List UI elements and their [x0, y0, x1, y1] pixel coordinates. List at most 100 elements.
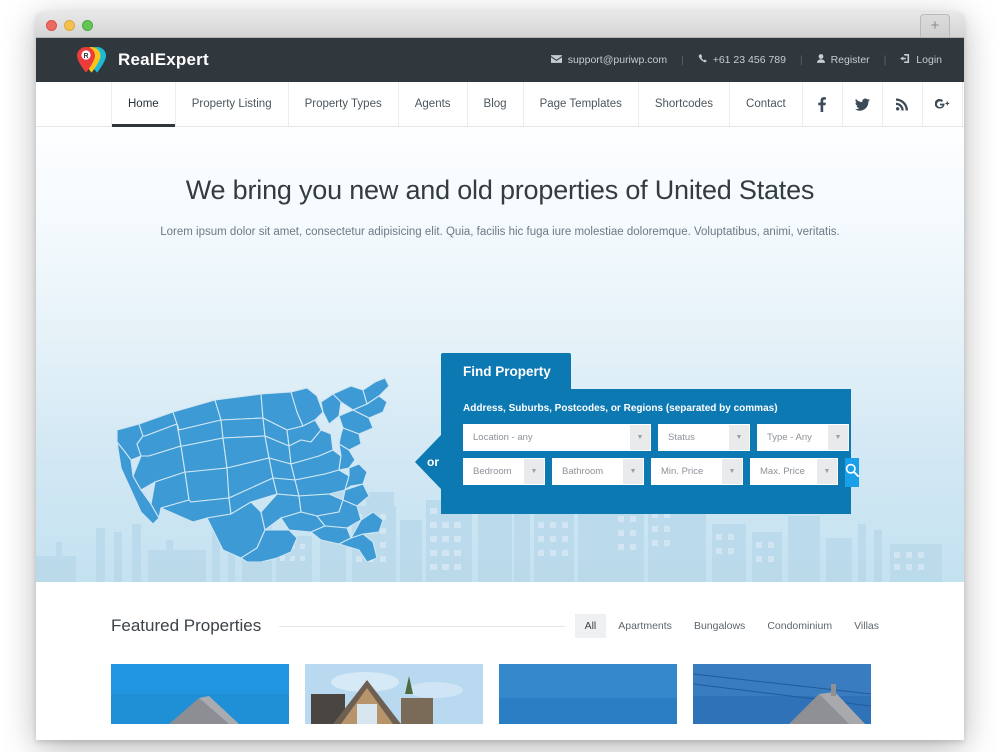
- bathroom-select[interactable]: Bathroom ▼: [552, 458, 644, 485]
- property-photo: [111, 664, 289, 724]
- register-link[interactable]: Register: [816, 54, 870, 66]
- nav-item-page-templates[interactable]: Page Templates: [524, 82, 639, 126]
- top-utility-bar: R RealExpert support@puriwp.com | +61 23…: [36, 38, 964, 82]
- chevron-down-icon[interactable]: ▼: [729, 425, 749, 450]
- svg-text:R: R: [83, 53, 88, 60]
- hero-section: We bring you new and old properties of U…: [36, 127, 964, 582]
- nav-label: Contact: [746, 98, 786, 110]
- main-navigation: Home Property Listing Property Types Age…: [36, 82, 964, 127]
- separator-3: |: [883, 54, 887, 66]
- min-price-placeholder: Min. Price: [661, 466, 704, 477]
- filter-tab-apartments[interactable]: Apartments: [608, 614, 682, 638]
- nav-label: Shortcodes: [654, 98, 714, 110]
- nav-item-contact[interactable]: Contact: [730, 82, 803, 126]
- minimize-window-button[interactable]: [64, 20, 75, 31]
- chevron-down-icon[interactable]: ▼: [722, 459, 742, 484]
- featured-title: Featured Properties: [111, 616, 262, 635]
- facebook-icon[interactable]: [803, 82, 843, 126]
- contact-phone-label: +61 23 456 789: [712, 54, 786, 66]
- property-card-3[interactable]: [499, 664, 677, 724]
- nav-item-shortcodes[interactable]: Shortcodes: [639, 82, 731, 126]
- panel-body: or Address, Suburbs, Postcodes, or Regio…: [427, 389, 860, 514]
- nav-item-blog[interactable]: Blog: [468, 82, 524, 126]
- filter-tab-bungalows[interactable]: Bungalows: [684, 614, 755, 638]
- search-button[interactable]: [845, 458, 860, 487]
- window-controls: [46, 20, 93, 31]
- status-placeholder: Status: [668, 432, 695, 443]
- envelope-icon: [550, 54, 562, 66]
- register-label: Register: [830, 54, 870, 66]
- type-select[interactable]: Type - Any ▼: [757, 424, 849, 451]
- contact-email-label: support@puriwp.com: [567, 54, 668, 66]
- chevron-down-icon[interactable]: ▼: [630, 425, 650, 450]
- nav-label: Property Types: [304, 98, 382, 110]
- max-price-select[interactable]: Max. Price ▼: [750, 458, 838, 485]
- hero-heading: We bring you new and old properties of U…: [185, 175, 815, 205]
- location-select[interactable]: Location - any ▼: [463, 424, 651, 451]
- search-row-2: Bedroom ▼ Bathroom ▼ Min. Price ▼ Max. P…: [463, 458, 860, 487]
- top-contact-links: support@puriwp.com | +61 23 456 789 | Re…: [550, 54, 942, 66]
- location-placeholder: Location - any: [473, 432, 533, 443]
- user-icon: [816, 54, 825, 66]
- nav-item-home[interactable]: Home: [111, 82, 176, 127]
- type-placeholder: Type - Any: [767, 432, 812, 443]
- chevron-down-icon[interactable]: ▼: [828, 425, 848, 450]
- max-price-placeholder: Max. Price: [760, 466, 805, 477]
- login-link[interactable]: Login: [900, 54, 942, 66]
- property-photo: [693, 664, 871, 724]
- search-field-label: Address, Suburbs, Postcodes, or Regions …: [463, 403, 778, 414]
- featured-filter-tabs: All Apartments Bungalows Condominium Vil…: [574, 614, 889, 638]
- us-map-svg: [116, 377, 390, 563]
- property-card-4[interactable]: [693, 664, 871, 724]
- filter-tab-all[interactable]: All: [574, 614, 607, 638]
- find-property-panel: Find Property or Address, Suburbs, Postc…: [427, 353, 860, 514]
- property-card-2[interactable]: [305, 664, 483, 724]
- nav-label: Agents: [414, 98, 451, 110]
- chevron-down-icon[interactable]: ▼: [623, 459, 643, 484]
- chevron-down-icon[interactable]: ▼: [817, 459, 837, 484]
- browser-window: + R RealExpert support@puriwp.com | +61 …: [36, 12, 964, 740]
- or-label: or: [427, 455, 439, 469]
- nav-item-property-types[interactable]: Property Types: [289, 82, 399, 126]
- login-icon: [900, 54, 910, 66]
- bedroom-select[interactable]: Bedroom ▼: [463, 458, 545, 485]
- property-card-list: [111, 664, 889, 724]
- min-price-select[interactable]: Min. Price ▼: [651, 458, 743, 485]
- filter-tab-condominium[interactable]: Condominium: [757, 614, 842, 638]
- bedroom-placeholder: Bedroom: [473, 466, 512, 477]
- property-photo: [499, 664, 677, 724]
- login-label: Login: [916, 54, 942, 66]
- twitter-icon[interactable]: [843, 82, 883, 126]
- separator-1: |: [681, 54, 684, 66]
- chevron-down-icon[interactable]: ▼: [524, 459, 544, 484]
- new-tab-button[interactable]: +: [920, 14, 950, 37]
- or-badge: or: [415, 435, 441, 489]
- contact-phone[interactable]: +61 23 456 789: [698, 54, 786, 66]
- property-card-1[interactable]: [111, 664, 289, 724]
- divider: [279, 625, 565, 627]
- nav-label: Page Templates: [539, 98, 622, 110]
- brand-name: RealExpert: [118, 50, 209, 69]
- maximize-window-button[interactable]: [82, 20, 93, 31]
- nav-item-property-listing[interactable]: Property Listing: [176, 82, 289, 126]
- featured-properties-section: Featured Properties All Apartments Bunga…: [36, 582, 964, 724]
- bathroom-placeholder: Bathroom: [562, 466, 604, 477]
- property-photo: [305, 664, 483, 724]
- search-row-1: Location - any ▼ Status ▼ Type - Any ▼: [463, 424, 849, 451]
- status-select[interactable]: Status ▼: [658, 424, 750, 451]
- featured-header: Featured Properties All Apartments Bunga…: [111, 614, 889, 638]
- us-map[interactable]: [111, 372, 431, 563]
- rss-icon[interactable]: [883, 82, 923, 126]
- close-window-button[interactable]: [46, 20, 57, 31]
- google-plus-icon[interactable]: [923, 82, 963, 126]
- hero-subheading: Lorem ipsum dolor sit amet, consectetur …: [160, 226, 840, 238]
- site-brand[interactable]: R RealExpert: [76, 45, 209, 75]
- nav-item-agents[interactable]: Agents: [399, 82, 468, 126]
- panel-title: Find Property: [441, 353, 571, 389]
- nav-label: Home: [128, 98, 159, 110]
- filter-tab-villas[interactable]: Villas: [844, 614, 889, 638]
- contact-email[interactable]: support@puriwp.com: [550, 54, 668, 66]
- search-icon: [845, 463, 860, 482]
- nav-label: Blog: [483, 98, 507, 110]
- browser-chrome-bar: +: [36, 12, 964, 38]
